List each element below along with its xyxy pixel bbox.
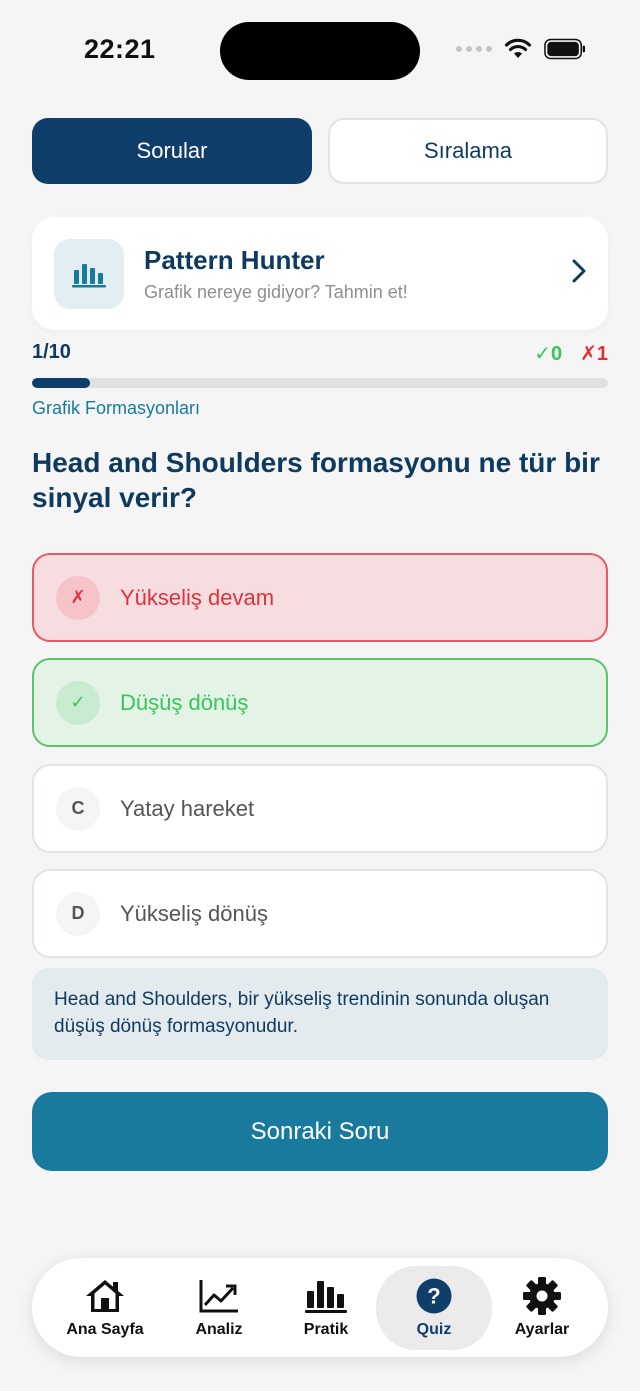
status-time: 22:21	[84, 34, 156, 64]
explanation-box: Head and Shoulders, bir yükseliş trendin…	[32, 968, 608, 1060]
signal-icon	[456, 46, 492, 52]
wrong-count: ✗1	[580, 343, 608, 365]
progress-count: 1/10	[32, 341, 71, 363]
tab-ranking[interactable]: Sıralama	[328, 118, 608, 184]
tab-label: Analiz	[195, 1321, 243, 1338]
option-label: Yatay hareket	[120, 795, 255, 821]
option-d[interactable]: D Yükseliş dönüş	[32, 869, 608, 958]
battery-icon	[544, 38, 586, 60]
wrong-icon: ✗	[56, 575, 100, 620]
chevron-right-icon	[572, 259, 586, 283]
tab-questions[interactable]: Sorular	[32, 118, 312, 184]
question-text: Head and Shoulders formasyonu ne tür bir…	[32, 447, 600, 513]
status-bar: 22:21	[0, 0, 640, 100]
wifi-icon	[504, 38, 532, 58]
game-card-pattern-hunter[interactable]: Pattern Hunter Grafik nereye gidiyor? Ta…	[32, 217, 608, 330]
check-icon: ✓	[56, 680, 100, 725]
line-chart-icon	[199, 1280, 238, 1313]
dynamic-island	[220, 22, 420, 80]
gear-icon	[523, 1277, 561, 1315]
tab-label: Ana Sayfa	[66, 1321, 144, 1338]
tab-ayarlar[interactable]: Ayarlar	[488, 1266, 596, 1350]
next-question-button[interactable]: Sonraki Soru	[32, 1092, 608, 1171]
option-letter: C	[56, 786, 100, 831]
progress-fill	[32, 378, 90, 388]
game-title: Pattern Hunter	[144, 244, 325, 275]
option-b[interactable]: ✓ Düşüş dönüş	[32, 658, 608, 747]
progress-bar	[32, 378, 608, 388]
option-label: Yükseliş devam	[120, 584, 275, 610]
home-icon	[86, 1280, 124, 1312]
tab-pratik[interactable]: Pratik	[272, 1266, 380, 1350]
status-icons	[456, 38, 586, 60]
bottom-tab-bar: Ana Sayfa Analiz Pratik ? Quiz Ayarlar	[32, 1258, 608, 1357]
svg-text:?: ?	[427, 1284, 440, 1309]
option-letter: D	[56, 891, 100, 936]
option-a[interactable]: ✗ Yükseliş devam	[32, 553, 608, 642]
tab-label: Ayarlar	[514, 1321, 570, 1338]
game-subtitle: Grafik nereye gidiyor? Tahmin et!	[144, 281, 408, 302]
tab-label: Quiz	[416, 1321, 452, 1338]
bar-chart-icon	[54, 238, 124, 309]
question-circle-icon: ?	[416, 1278, 452, 1314]
tab-analiz[interactable]: Analiz	[164, 1266, 274, 1350]
bar-chart-icon	[305, 1281, 347, 1313]
correct-count: ✓0	[534, 343, 563, 365]
option-c[interactable]: C Yatay hareket	[32, 764, 608, 853]
option-label: Düşüş dönüş	[120, 689, 249, 715]
tab-quiz[interactable]: ? Quiz	[376, 1266, 492, 1350]
option-label: Yükseliş dönüş	[120, 900, 268, 926]
score: ✓0 ✗1	[534, 341, 608, 366]
tab-label: Pratik	[303, 1321, 349, 1338]
tab-home[interactable]: Ana Sayfa	[50, 1266, 160, 1350]
question-category: Grafik Formasyonları	[32, 398, 201, 418]
